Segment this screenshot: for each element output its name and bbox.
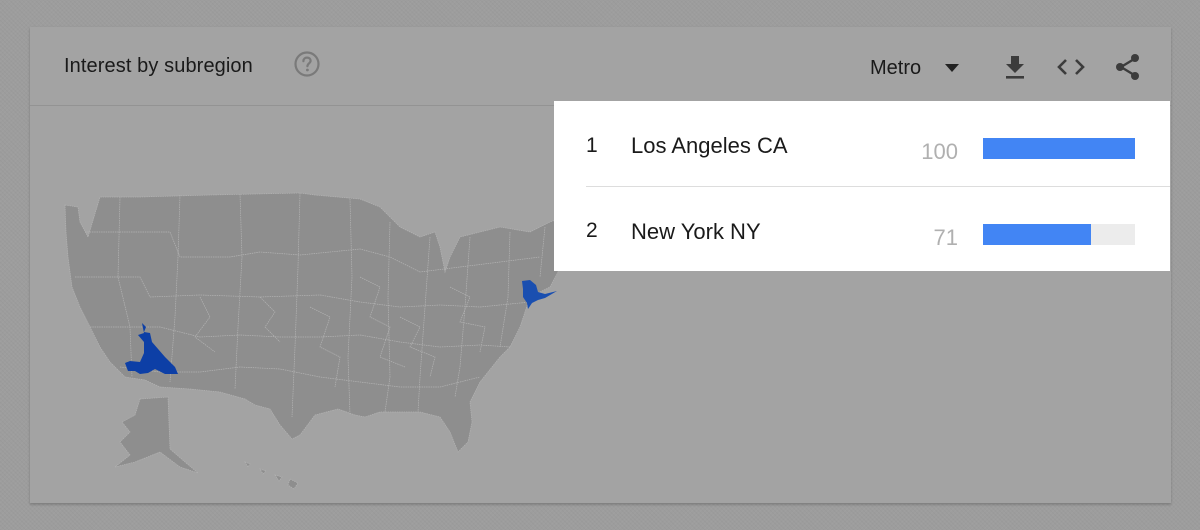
resolution-dropdown-label: Metro [870, 56, 922, 79]
share-icon[interactable] [1113, 52, 1143, 82]
us-metro-map[interactable] [60, 177, 590, 497]
interest-value: 100 [921, 139, 958, 164]
ranking-row[interactable]: 2 New York NY 71 [554, 187, 1170, 272]
card-title: Interest by subregion [64, 55, 253, 77]
ranking-list: 1 Los Angeles CA 100 2 New York NY 71 [554, 101, 1170, 271]
help-circle-icon[interactable] [294, 51, 320, 77]
card-header: Interest by subregion Metro [30, 27, 1171, 106]
interest-by-subregion-card: Interest by subregion Metro 1 Los Angele… [30, 27, 1171, 503]
interest-bar-fill [983, 224, 1091, 245]
caret-down-icon [945, 64, 960, 72]
rank-number: 2 [586, 219, 598, 242]
download-icon[interactable] [1000, 52, 1030, 82]
interest-bar-track [983, 138, 1135, 159]
interest-value: 71 [933, 225, 958, 250]
interest-bar-fill [983, 138, 1135, 159]
region-name[interactable]: New York NY [631, 219, 761, 245]
map-region-hawaii [244, 461, 299, 490]
ranking-row[interactable]: 1 Los Angeles CA 100 [554, 101, 1170, 187]
map-region-alaska [114, 396, 199, 474]
rank-number: 1 [586, 134, 598, 157]
resolution-dropdown[interactable]: Metro [870, 53, 960, 83]
embed-code-icon[interactable] [1056, 52, 1086, 82]
interest-bar-track [983, 224, 1135, 245]
region-name[interactable]: Los Angeles CA [631, 133, 788, 159]
